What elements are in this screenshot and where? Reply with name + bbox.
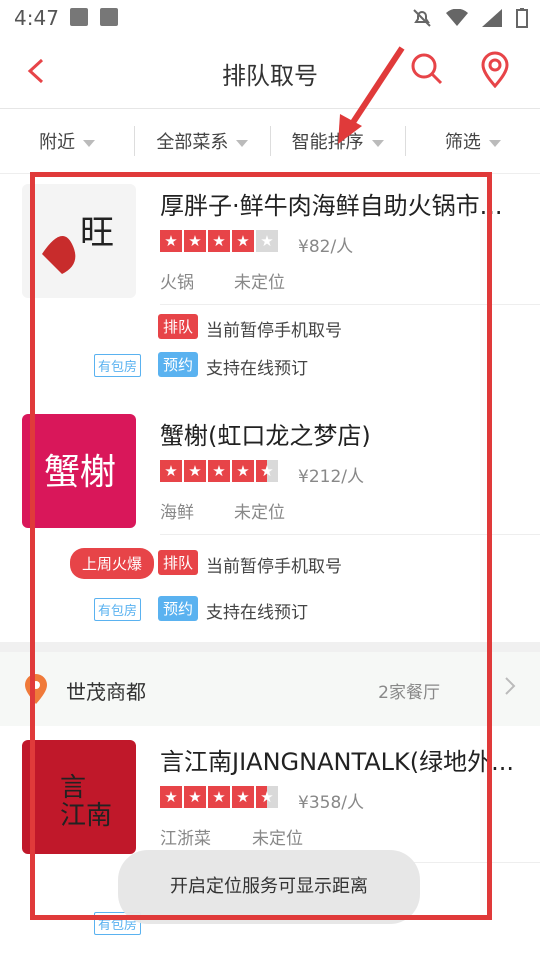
location-icon[interactable] xyxy=(480,50,510,88)
star-icon: ★ xyxy=(232,460,254,482)
signal-icon xyxy=(482,9,502,27)
pin-icon xyxy=(25,674,47,704)
star-icon: ★ xyxy=(184,786,206,808)
room-badge: 有包房 xyxy=(94,598,142,621)
book-tag: 预约 xyxy=(158,352,199,377)
restaurant-name: 言江南JIANGNANTALK(绿地外... xyxy=(160,748,515,776)
book-text: 支持在线预订 xyxy=(206,359,308,379)
image-icon xyxy=(70,8,88,26)
filter-cuisine[interactable]: 全部菜系 xyxy=(135,128,269,154)
location-status: 未定位 xyxy=(252,829,303,849)
svg-text:言: 言 xyxy=(60,773,86,803)
queue-text: 当前暂停手机取号 xyxy=(206,557,342,577)
restaurant-card[interactable]: 言江南 言江南JIANGNANTALK(绿地外... ★ ★ ★ ★ ★ ¥358/人 … xyxy=(0,730,540,960)
star-icon: ★ xyxy=(232,230,254,252)
star-icon: ★ xyxy=(256,786,278,808)
battery-icon xyxy=(516,8,528,28)
restaurant-logo: 旺 xyxy=(22,184,136,298)
rating-stars: ★ ★ ★ ★ ★ xyxy=(160,230,278,252)
book-tag: 预约 xyxy=(158,596,199,621)
filter-bar: 附近 全部菜系 智能排序 筛选 xyxy=(0,109,540,174)
star-icon: ★ xyxy=(184,460,206,482)
restaurant-card[interactable]: 蟹榭 蟹榭(虹口龙之梦店) ★ ★ ★ ★ ★ ¥212/人 海鲜 未定位 上周火爆 排… xyxy=(0,404,540,634)
search-icon[interactable] xyxy=(410,52,444,86)
svg-text:旺: 旺 xyxy=(80,213,114,253)
queue-tag: 排队 xyxy=(158,314,199,339)
price: ¥212/人 xyxy=(298,467,364,487)
price: ¥82/人 xyxy=(298,237,354,257)
status-time: 4:47 xyxy=(14,6,59,30)
restaurant-card[interactable]: 旺 厚胖子·鲜牛肉海鲜自助火锅市... ★ ★ ★ ★ ★ ¥82/人 火锅 未定位 排… xyxy=(0,174,540,394)
font-icon xyxy=(100,8,118,26)
star-icon: ★ xyxy=(184,230,206,252)
page-title: 排队取号 xyxy=(222,62,318,90)
toast: 开启定位服务可显示距离 xyxy=(118,850,420,924)
star-icon: ★ xyxy=(160,230,182,252)
mute-icon xyxy=(413,9,431,27)
caret-down-icon xyxy=(488,139,501,147)
nav-bar: 排队取号 xyxy=(0,36,540,109)
star-icon: ★ xyxy=(256,230,278,252)
caret-down-icon xyxy=(236,139,249,147)
annotation-arrow-icon xyxy=(338,46,405,144)
restaurant-name: 蟹榭(虹口龙之梦店) xyxy=(160,422,371,450)
svg-text:蟹榭: 蟹榭 xyxy=(44,452,116,493)
chevron-right-icon xyxy=(505,677,516,695)
queue-text: 当前暂停手机取号 xyxy=(206,321,342,341)
star-icon: ★ xyxy=(232,786,254,808)
category: 江浙菜 xyxy=(160,829,211,849)
category: 火锅 xyxy=(160,273,194,293)
price: ¥358/人 xyxy=(298,793,364,813)
mall-header[interactable]: 世茂商都 2家餐厅 xyxy=(0,652,540,726)
queue-tag: 排队 xyxy=(158,550,199,575)
category: 海鲜 xyxy=(160,503,194,523)
restaurant-logo: 蟹榭 xyxy=(22,414,136,528)
star-icon: ★ xyxy=(160,786,182,808)
caret-down-icon xyxy=(83,139,96,147)
book-text: 支持在线预订 xyxy=(206,603,308,623)
location-status: 未定位 xyxy=(234,503,285,523)
star-icon: ★ xyxy=(256,460,278,482)
svg-text:江南: 江南 xyxy=(60,801,112,831)
mall-count: 2家餐厅 xyxy=(378,683,440,703)
restaurant-name: 厚胖子·鲜牛肉海鲜自助火锅市... xyxy=(160,192,503,220)
star-icon: ★ xyxy=(208,460,230,482)
location-status: 未定位 xyxy=(234,273,285,293)
filter-nearby[interactable]: 附近 xyxy=(0,128,134,154)
room-badge: 有包房 xyxy=(94,354,142,377)
star-icon: ★ xyxy=(208,230,230,252)
wifi-icon xyxy=(446,9,468,26)
hot-badge: 上周火爆 xyxy=(70,548,155,579)
filter-more[interactable]: 筛选 xyxy=(406,128,540,154)
rating-stars: ★ ★ ★ ★ ★ xyxy=(160,786,278,808)
restaurant-logo: 言江南 xyxy=(22,740,136,854)
star-icon: ★ xyxy=(208,786,230,808)
star-icon: ★ xyxy=(160,460,182,482)
status-bar: 4:47 xyxy=(0,0,540,36)
mall-name: 世茂商都 xyxy=(66,680,146,704)
rating-stars: ★ ★ ★ ★ ★ xyxy=(160,460,278,482)
